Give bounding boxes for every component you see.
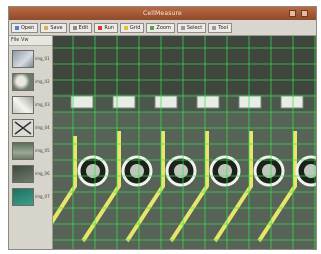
window-title: CellMeasure [143,10,182,17]
minimize-button[interactable] [289,10,296,17]
thumbnail-6[interactable] [12,188,34,206]
edit-icon [72,25,77,30]
run-icon [98,25,103,30]
image-viewer[interactable] [53,36,316,249]
app-window: CellMeasure Open Save Edit Run Grid Zoom… [8,6,317,250]
rectangular-pads [70,95,304,109]
sidebar-header: File Vw [9,36,52,46]
toolbar-button-7[interactable]: Tool [208,22,232,33]
thumbnail-4[interactable] [12,142,34,160]
thumbnail-1[interactable] [12,73,34,91]
toolbar: Open Save Edit Run Grid Zoom Select Tool [9,20,316,36]
toolbar-button-4[interactable]: Grid [119,22,145,33]
zoom-icon [150,25,155,30]
thumbnail-2[interactable] [12,96,34,114]
toolbar-button-5[interactable]: Zoom [146,22,175,33]
select-icon [180,25,185,30]
thumbnail-label: img_03 [35,102,50,107]
grid-icon [123,25,128,30]
save-icon [44,25,49,30]
thumbnail-3[interactable] [12,119,34,137]
thumbnail-sidebar: File Vw img_01 img_02 img_03 img_04 img_… [9,36,53,249]
tool-icon [212,25,217,30]
thumbnail-label: img_07 [35,194,50,199]
thumbnail-0[interactable] [12,50,34,68]
title-bar: CellMeasure [9,7,316,20]
toolbar-button-1[interactable]: Save [40,22,67,33]
toolbar-button-6[interactable]: Select [176,22,207,33]
toolbar-button-2[interactable]: Edit [68,22,93,33]
close-button[interactable] [301,10,308,17]
toolbar-button-3[interactable]: Run [94,22,118,33]
upper-region [53,36,316,94]
pcb-microscope-image [53,36,316,249]
thumbnail-label: img_02 [35,79,50,84]
thumbnail-label: img_04 [35,125,50,130]
thumbnail-5[interactable] [12,165,34,183]
thumbnail-3-graphic [14,121,32,135]
thumbnail-label: img_01 [35,56,50,61]
toolbar-button-0[interactable]: Open [11,22,39,33]
thumbnail-label: img_05 [35,148,50,153]
open-icon [15,25,19,30]
thumbnail-label: img_06 [35,171,50,176]
